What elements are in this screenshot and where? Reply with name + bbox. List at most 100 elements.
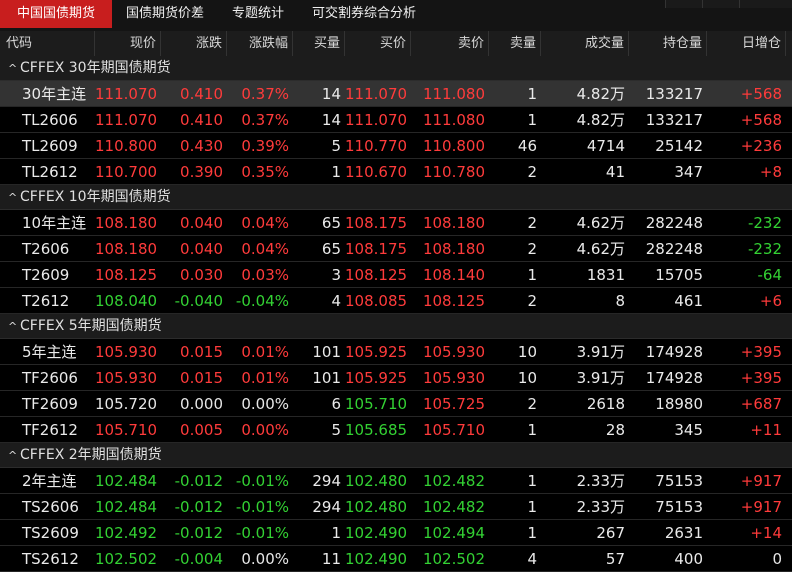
- cell-bid-price: 102.490: [345, 524, 408, 542]
- cell-change-pct: 0.37%: [241, 85, 289, 103]
- cell-price: 108.180: [95, 240, 158, 258]
- col-header-open-interest[interactable]: 持仓量: [629, 31, 707, 56]
- cell-price: 108.125: [95, 266, 158, 284]
- cell-bid-volume: 101: [312, 343, 341, 361]
- cell-code: TL2609: [22, 137, 78, 155]
- cell-oi-change: +236: [740, 137, 782, 155]
- table-row[interactable]: TL2606 111.070 0.410 0.37% 14 111.070 111.080 1…: [0, 107, 792, 133]
- table-row[interactable]: TF2609 105.720 0.000 0.00% 6 105.710 105.725 2 2…: [0, 391, 792, 417]
- group-header[interactable]: ^ CFFEX 2年期国债期货: [0, 443, 792, 468]
- cell-price: 110.800: [95, 137, 158, 155]
- cell-price: 105.710: [95, 421, 158, 439]
- cell-open-interest: 174928: [645, 369, 703, 387]
- cell-bid-price: 108.085: [345, 292, 408, 310]
- group-header[interactable]: ^ CFFEX 30年期国债期货: [0, 56, 792, 81]
- col-header-code[interactable]: 代码: [0, 31, 95, 56]
- chevron-up-icon[interactable]: ^: [8, 185, 20, 210]
- cell-ask-price: 108.180: [422, 214, 485, 232]
- cell-oi-change: +568: [740, 85, 782, 103]
- table-row[interactable]: TS2606 102.484 -0.012 -0.01% 294 102.480 102.4…: [0, 494, 792, 520]
- cell-oi-change: +14: [750, 524, 782, 542]
- table-row[interactable]: TL2612 110.700 0.390 0.35% 1 110.670 110.780 2 4…: [0, 159, 792, 185]
- cell-bid-price: 105.710: [345, 395, 408, 413]
- col-header-bid-volume[interactable]: 买量: [293, 31, 345, 56]
- cell-ask-price: 105.710: [422, 421, 485, 439]
- cell-volume: 57: [605, 550, 625, 568]
- cell-volume: 4.82万: [576, 85, 625, 103]
- cell-bid-volume: 11: [321, 550, 341, 568]
- chevron-up-icon[interactable]: ^: [8, 443, 20, 468]
- cell-ask-volume: 1: [527, 498, 537, 516]
- tab-special-stats[interactable]: 专题统计: [218, 0, 298, 28]
- tab-bond-spread[interactable]: 国债期货价差: [112, 0, 218, 28]
- group-header[interactable]: ^ CFFEX 5年期国债期货: [0, 314, 792, 339]
- cell-ask-price: 102.494: [422, 524, 485, 542]
- cell-volume: 41: [605, 163, 625, 181]
- cell-bid-volume: 65: [321, 214, 341, 232]
- cell-bid-volume: 5: [331, 421, 341, 439]
- cell-bid-price: 108.125: [345, 266, 408, 284]
- cell-code: 2年主连: [22, 472, 77, 490]
- cell-bid-volume: 65: [321, 240, 341, 258]
- cell-code: TS2612: [22, 550, 79, 568]
- tab-bar: 中国国债期货 国债期货价差 专题统计 可交割券综合分析: [0, 0, 792, 32]
- cell-ask-price: 111.080: [422, 85, 485, 103]
- col-header-oi-change[interactable]: 日增仓: [707, 31, 786, 56]
- cell-volume: 3.91万: [576, 343, 625, 361]
- cell-price: 111.070: [95, 85, 158, 103]
- cell-ask-price: 105.930: [422, 343, 485, 361]
- table-row[interactable]: T2612 108.040 -0.040 -0.04% 4 108.085 108.125 2…: [0, 288, 792, 314]
- cell-code: TL2612: [22, 163, 78, 181]
- table-row[interactable]: T2609 108.125 0.030 0.03% 3 108.125 108.140 1 18…: [0, 262, 792, 288]
- cell-change-pct: 0.04%: [241, 240, 289, 258]
- col-header-bid-price[interactable]: 买价: [345, 31, 411, 56]
- col-header-ask-volume[interactable]: 卖量: [489, 31, 541, 56]
- chevron-up-icon[interactable]: ^: [8, 56, 20, 81]
- group-header[interactable]: ^ CFFEX 10年期国债期货: [0, 185, 792, 210]
- cell-volume: 3.91万: [576, 369, 625, 387]
- table-row[interactable]: 10年主连 108.180 0.040 0.04% 65 108.175 108.180 2 4…: [0, 210, 792, 236]
- cell-change: 0.015: [180, 369, 223, 387]
- col-header-price[interactable]: 现价: [95, 31, 161, 56]
- table-row[interactable]: 5年主连 105.930 0.015 0.01% 101 105.925 105.930 10…: [0, 339, 792, 365]
- table-row[interactable]: TS2609 102.492 -0.012 -0.01% 1 102.490 102.494…: [0, 520, 792, 546]
- table-row[interactable]: TL2609 110.800 0.430 0.39% 5 110.770 110.800 46…: [0, 133, 792, 159]
- table-row[interactable]: 30年主连 111.070 0.410 0.37% 14 111.070 111.080 1 4…: [0, 81, 792, 107]
- col-header-ask-price[interactable]: 卖价: [411, 31, 489, 56]
- cell-change-pct: 0.03%: [241, 266, 289, 284]
- cell-open-interest: 18980: [655, 395, 703, 413]
- table-row[interactable]: TF2606 105.930 0.015 0.01% 101 105.925 105.930…: [0, 365, 792, 391]
- cell-open-interest: 2631: [664, 524, 703, 542]
- col-header-volume[interactable]: 成交量: [541, 31, 629, 56]
- col-header-change-pct[interactable]: 涨跌幅: [227, 31, 293, 56]
- table-header: 代码 现价 涨跌 涨跌幅 买量 买价 卖价 卖量 成交量 持仓量 日增仓: [0, 31, 792, 57]
- cell-ask-volume: 2: [527, 214, 537, 232]
- table-row[interactable]: 2年主连 102.484 -0.012 -0.01% 294 102.480 102.482…: [0, 468, 792, 494]
- cell-ask-price: 105.725: [422, 395, 485, 413]
- tab-deliverable-analysis[interactable]: 可交割券综合分析: [298, 0, 430, 28]
- chevron-up-icon[interactable]: ^: [8, 314, 20, 339]
- cell-ask-volume: 1: [527, 524, 537, 542]
- cell-change-pct: -0.01%: [235, 524, 289, 542]
- col-header-change[interactable]: 涨跌: [161, 31, 227, 56]
- cell-ask-volume: 2: [527, 292, 537, 310]
- table-row[interactable]: T2606 108.180 0.040 0.04% 65 108.175 108.180 2 4…: [0, 236, 792, 262]
- cell-ask-price: 110.780: [422, 163, 485, 181]
- tab-cn-bond-futures[interactable]: 中国国债期货: [0, 0, 112, 28]
- cell-ask-price: 108.140: [422, 266, 485, 284]
- cell-change-pct: 0.00%: [241, 421, 289, 439]
- table-row[interactable]: TF2612 105.710 0.005 0.00% 5 105.685 105.710 1 2…: [0, 417, 792, 443]
- cell-price: 111.070: [95, 111, 158, 129]
- table-row[interactable]: TS2612 102.502 -0.004 0.00% 11 102.490 102.502…: [0, 546, 792, 572]
- tab-bar-segment: [739, 0, 792, 8]
- cell-ask-volume: 4: [527, 550, 537, 568]
- cell-ask-volume: 1: [527, 472, 537, 490]
- cell-change: -0.012: [174, 524, 223, 542]
- cell-code: TS2609: [22, 524, 79, 542]
- cell-bid-volume: 101: [312, 369, 341, 387]
- cell-change-pct: 0.39%: [241, 137, 289, 155]
- cell-bid-price: 108.175: [345, 240, 408, 258]
- cell-change: 0.430: [180, 137, 223, 155]
- cell-bid-price: 111.070: [345, 111, 408, 129]
- cell-change: 0.410: [180, 85, 223, 103]
